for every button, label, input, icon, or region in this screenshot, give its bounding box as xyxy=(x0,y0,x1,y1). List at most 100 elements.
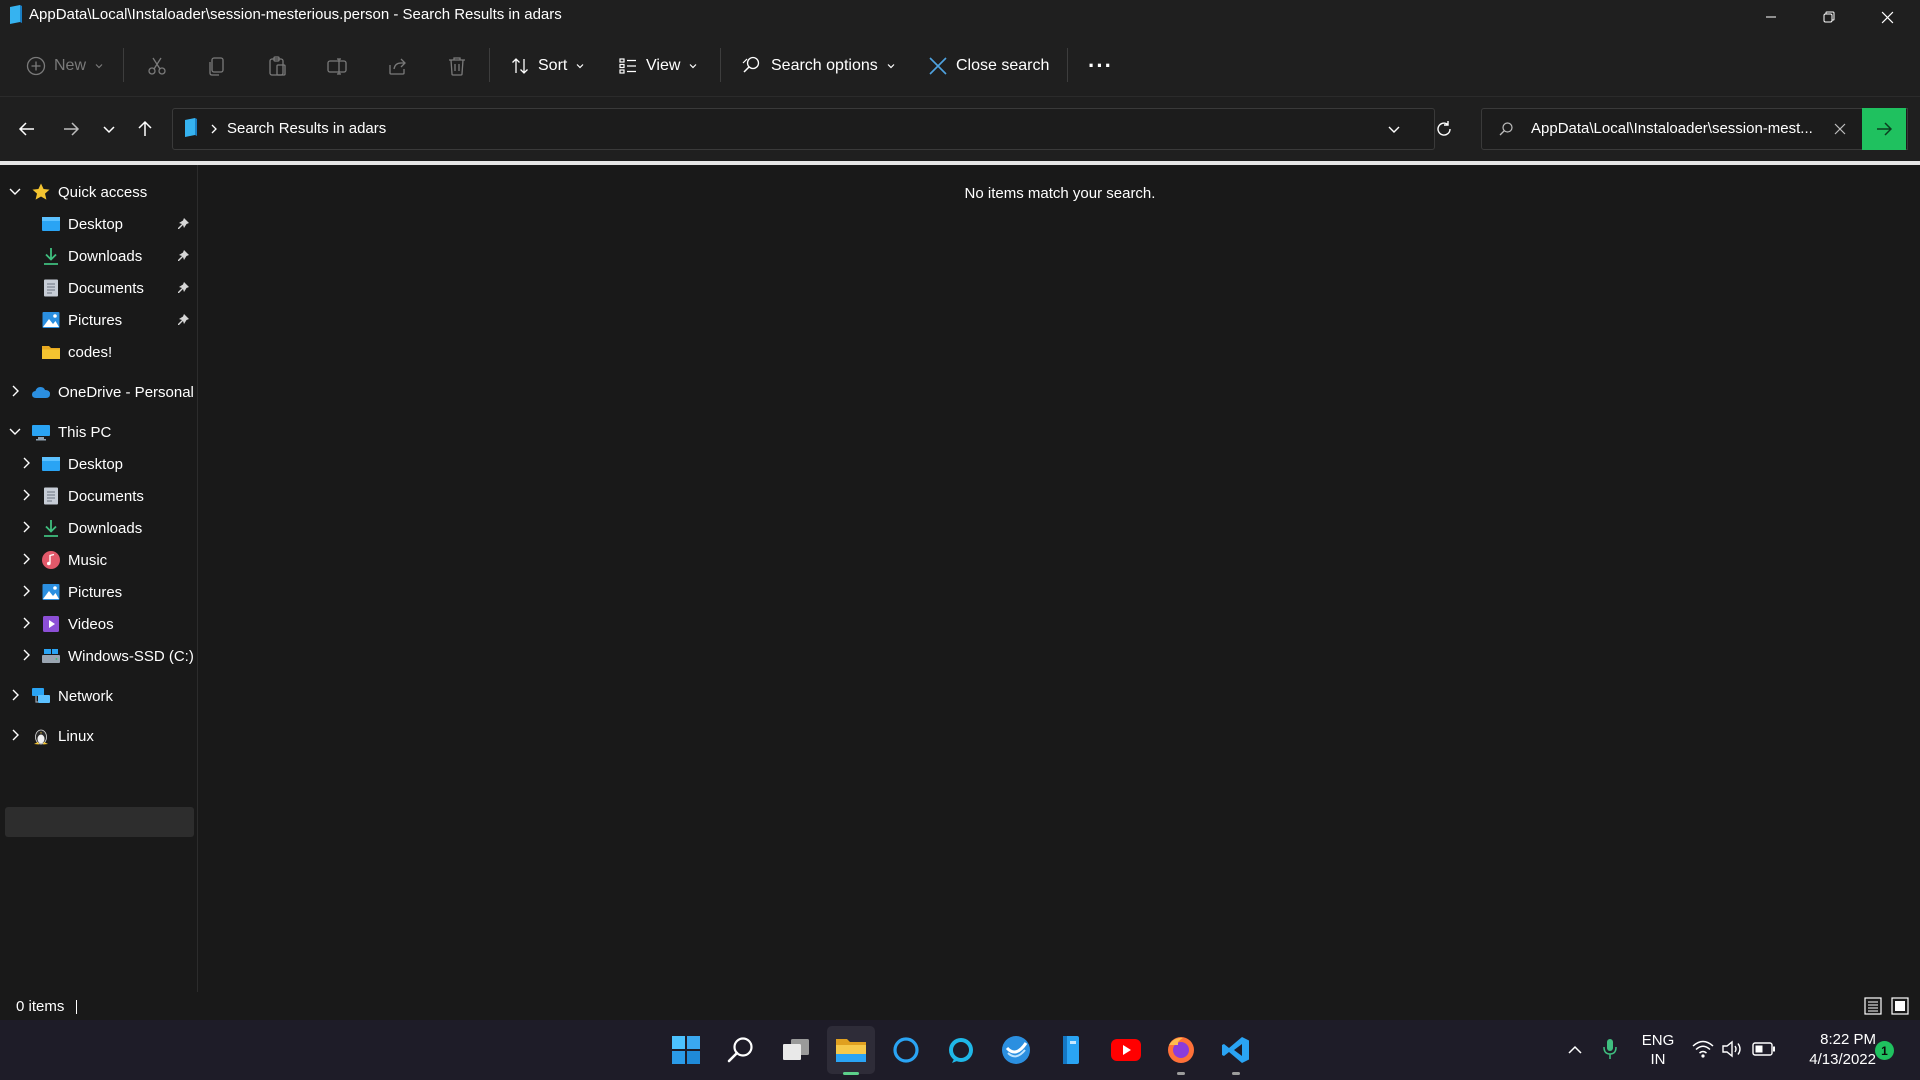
item-count: 0 items xyxy=(16,998,65,1015)
nav-linux[interactable]: Linux xyxy=(31,721,94,751)
nav-this-pc[interactable]: This PC xyxy=(31,417,111,447)
search-options-button[interactable]: Search options xyxy=(741,48,896,84)
clock[interactable]: 8:22 PM 4/13/2022 xyxy=(1780,1030,1876,1070)
search-go-button[interactable] xyxy=(1862,108,1906,150)
nav-quick-documents[interactable]: Documents xyxy=(41,273,144,303)
taskbar-file-explorer[interactable] xyxy=(827,1026,875,1074)
nav-quick-downloads[interactable]: Downloads xyxy=(41,241,142,271)
file-list-area[interactable]: No items match your search. xyxy=(198,165,1920,992)
chevron-right-icon[interactable] xyxy=(8,728,22,742)
volume-icon[interactable] xyxy=(1722,1040,1744,1058)
rename-icon xyxy=(327,58,347,75)
share-button[interactable] xyxy=(386,48,408,84)
clear-search-icon[interactable] xyxy=(1833,122,1847,136)
chevron-right-icon[interactable] xyxy=(19,584,33,598)
taskbar-alexa[interactable] xyxy=(937,1026,985,1074)
paste-button[interactable] xyxy=(266,48,288,84)
start-button[interactable] xyxy=(662,1026,710,1074)
chevron-right-icon[interactable] xyxy=(8,688,22,702)
chevron-down-icon[interactable] xyxy=(8,424,22,438)
details-view-icon[interactable] xyxy=(1864,997,1882,1015)
network-icon xyxy=(32,688,50,703)
chevron-right-icon[interactable] xyxy=(19,552,33,566)
nav-network[interactable]: Network xyxy=(31,681,113,711)
view-button[interactable]: View xyxy=(618,48,698,84)
chevron-right-icon[interactable] xyxy=(19,648,33,662)
new-button[interactable]: New xyxy=(26,48,104,84)
nav-quick-codes[interactable]: codes! xyxy=(41,337,112,367)
nav-quick-pictures[interactable]: Pictures xyxy=(41,305,122,335)
address-bar[interactable]: Search Results in adars xyxy=(172,108,1435,150)
minimize-button[interactable] xyxy=(1743,0,1799,34)
chevron-down-icon xyxy=(576,64,584,69)
microphone-icon[interactable] xyxy=(1602,1038,1618,1060)
taskbar-cortana[interactable] xyxy=(882,1026,930,1074)
cut-button[interactable] xyxy=(146,48,168,84)
nav-pc-videos[interactable]: Videos xyxy=(41,609,114,639)
large-icons-view-icon[interactable] xyxy=(1891,997,1909,1015)
sort-button[interactable]: Sort xyxy=(510,48,585,84)
refresh-button[interactable] xyxy=(1428,113,1460,145)
notification-badge[interactable]: 1 xyxy=(1875,1041,1894,1060)
open-app-indicator xyxy=(1177,1072,1185,1075)
nav-onedrive[interactable]: OneDrive - Personal xyxy=(31,377,194,407)
recent-locations-button[interactable] xyxy=(93,113,125,145)
view-label: View xyxy=(646,57,681,74)
arrow-right-icon xyxy=(64,122,80,136)
chevron-down-icon[interactable] xyxy=(8,184,22,198)
taskbar-youtube[interactable] xyxy=(1102,1026,1150,1074)
taskbar-notes-app[interactable] xyxy=(1047,1026,1095,1074)
chevron-down-icon[interactable] xyxy=(1387,122,1401,136)
chevron-right-icon[interactable] xyxy=(19,616,33,630)
wifi-icon[interactable] xyxy=(1692,1040,1714,1058)
back-button[interactable] xyxy=(11,113,43,145)
pin-icon[interactable] xyxy=(176,249,190,263)
chevron-up-icon[interactable] xyxy=(1567,1042,1583,1058)
taskbar-firefox[interactable] xyxy=(1157,1026,1205,1074)
copy-button[interactable] xyxy=(206,48,228,84)
breadcrumb[interactable]: Search Results in adars xyxy=(227,120,386,137)
search-box[interactable]: AppData\Local\Instaloader\session-mest..… xyxy=(1481,108,1908,150)
document-icon xyxy=(44,487,58,505)
more-options-button[interactable]: ··· xyxy=(1088,48,1113,84)
empty-results-message: No items match your search. xyxy=(964,185,1156,202)
battery-icon[interactable] xyxy=(1752,1042,1776,1056)
toolbar-divider xyxy=(489,48,490,82)
search-options-label: Search options xyxy=(771,57,878,74)
nav-pc-desktop[interactable]: Desktop xyxy=(41,449,123,479)
nav-label: Downloads xyxy=(68,247,143,265)
delete-button[interactable] xyxy=(446,48,468,84)
pin-icon[interactable] xyxy=(176,281,190,295)
nav-pc-documents[interactable]: Documents xyxy=(41,481,144,511)
forward-button[interactable] xyxy=(55,113,87,145)
nav-quick-access[interactable]: Quick access xyxy=(31,177,147,207)
rename-button[interactable] xyxy=(326,48,348,84)
up-button[interactable] xyxy=(129,113,161,145)
chevron-right-icon[interactable] xyxy=(19,520,33,534)
close-search-button[interactable]: Close search xyxy=(928,48,1049,84)
nav-label: Music xyxy=(68,551,108,569)
nav-label: This PC xyxy=(58,423,112,441)
chevron-right-icon[interactable] xyxy=(19,456,33,470)
download-icon xyxy=(44,520,58,537)
chevron-right-icon[interactable] xyxy=(19,488,33,502)
drive-icon xyxy=(42,649,60,663)
pin-icon[interactable] xyxy=(176,313,190,327)
pin-icon[interactable] xyxy=(176,217,190,231)
nav-quick-desktop[interactable]: Desktop xyxy=(41,209,123,239)
search-input[interactable]: AppData\Local\Instaloader\session-mest..… xyxy=(1531,120,1813,137)
computer-icon xyxy=(32,425,50,441)
taskbar-messenger-app[interactable] xyxy=(992,1026,1040,1074)
nav-pc-downloads[interactable]: Downloads xyxy=(41,513,142,543)
language-indicator[interactable]: ENG IN xyxy=(1638,1031,1678,1069)
chevron-right-icon[interactable] xyxy=(8,384,22,398)
restore-button[interactable] xyxy=(1801,0,1857,34)
close-window-button[interactable] xyxy=(1859,0,1915,34)
nav-pc-windows-ssd[interactable]: Windows-SSD (C:) xyxy=(41,641,194,671)
task-view-button[interactable] xyxy=(772,1026,820,1074)
taskbar-vscode[interactable] xyxy=(1212,1026,1260,1074)
nav-pc-music[interactable]: Music xyxy=(41,545,107,575)
arrow-left-icon xyxy=(18,122,34,136)
taskbar-search-button[interactable] xyxy=(717,1026,765,1074)
nav-pc-pictures[interactable]: Pictures xyxy=(41,577,122,607)
